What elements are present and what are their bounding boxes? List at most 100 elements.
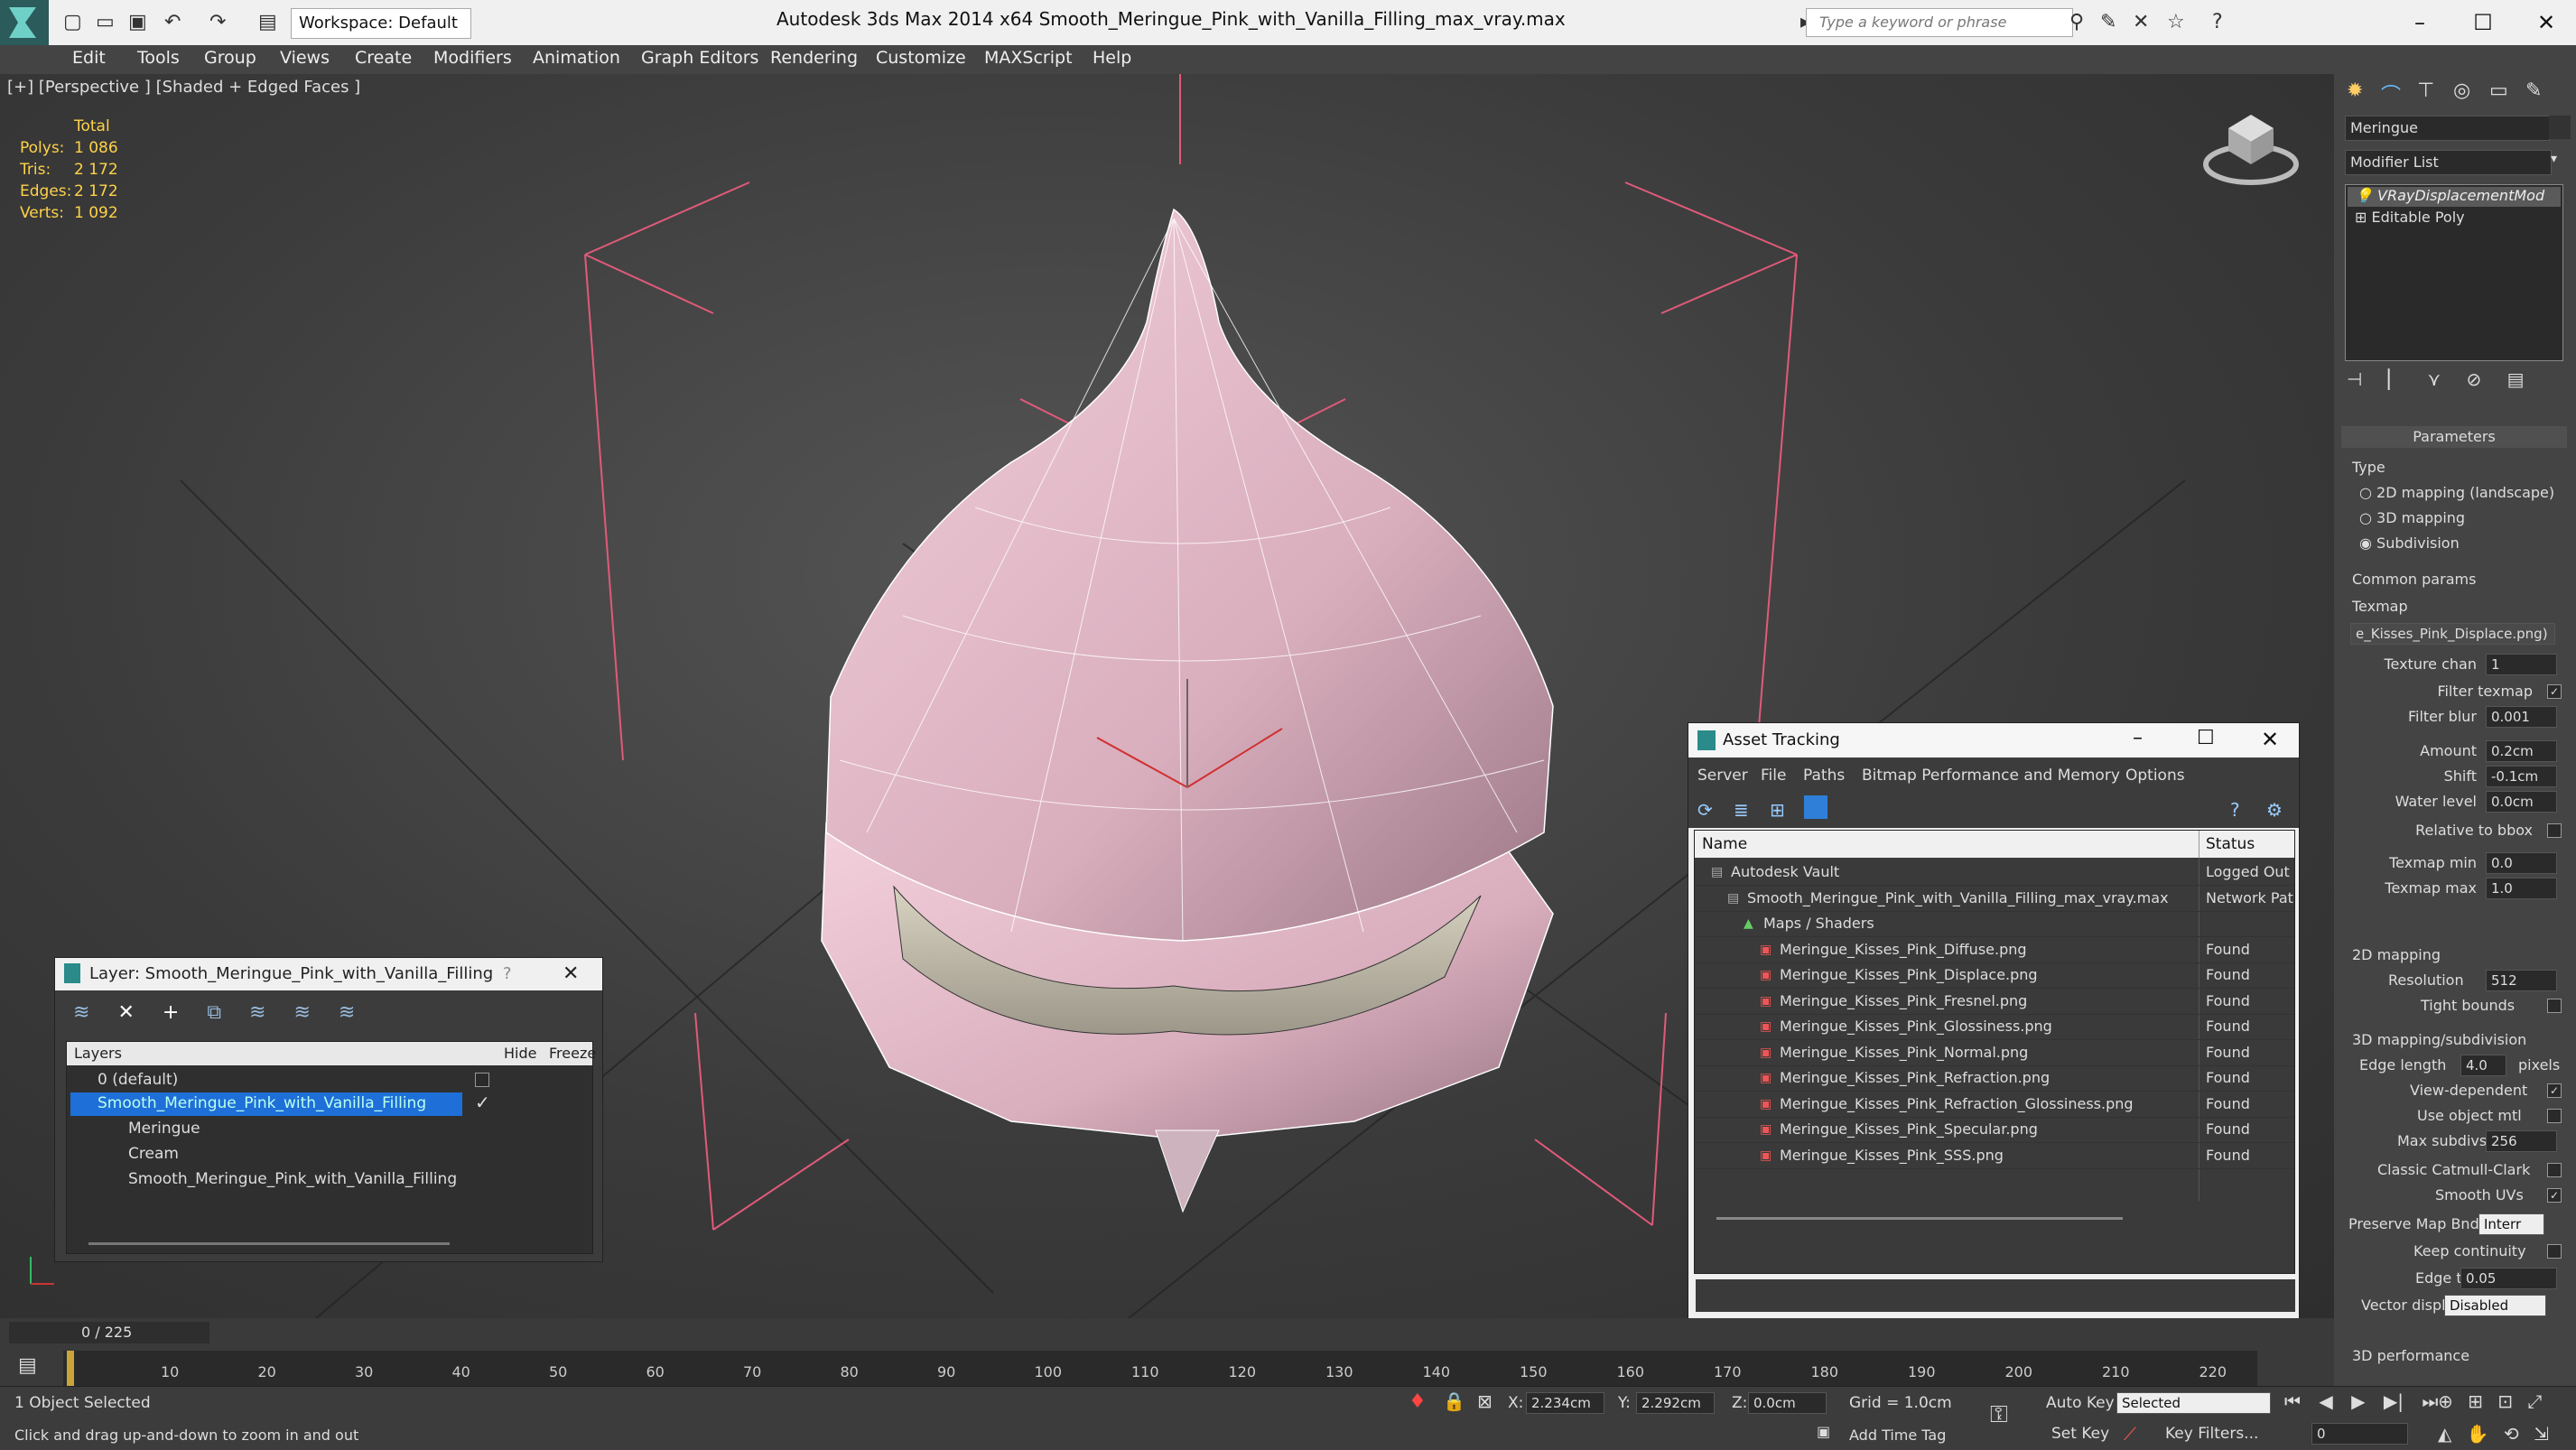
highlight-layer-icon[interactable]: ≋ xyxy=(249,1001,265,1024)
configure-modifier-sets-icon[interactable]: ▤ xyxy=(2507,368,2525,390)
asset-row[interactable]: ▣ Meringue_Kisses_Pink_Specular.png Found xyxy=(1695,1117,2294,1143)
key-icon[interactable]: ⚿ xyxy=(1990,1401,2008,1429)
asset-dialog-minimize[interactable]: – xyxy=(2133,727,2143,749)
time-marker[interactable] xyxy=(67,1351,74,1387)
asset-row[interactable]: ▤ Smooth_Meringue_Pink_with_Vanilla_Filli… xyxy=(1695,886,2294,912)
field-of-view-icon[interactable]: ◭ xyxy=(2438,1423,2451,1445)
radio-subdivision[interactable]: ◉ Subdivision xyxy=(2359,534,2460,552)
asset-menu-bitmap[interactable]: Bitmap Performance and Memory xyxy=(1862,767,2120,785)
binoculars-icon[interactable]: ⚲ xyxy=(2069,7,2084,38)
create-tab-icon[interactable]: ✹ xyxy=(2347,79,2363,102)
stack-item-editable-poly[interactable]: ⊞ Editable Poly xyxy=(2348,209,2561,228)
time-tag-icon[interactable]: ▣ xyxy=(1817,1423,1830,1440)
param-spinner[interactable]: 1.0 xyxy=(2486,878,2557,899)
asset-dialog-close[interactable]: ✕ xyxy=(2261,727,2279,752)
menu-help[interactable]: Help xyxy=(1093,48,1131,68)
viewport-label[interactable]: [+] [Perspective ] [Shaded + Edged Faces… xyxy=(7,78,360,97)
bulb-icon[interactable]: 💡 xyxy=(2355,187,2373,204)
zoom-all-icon[interactable]: ⊞ xyxy=(2468,1390,2483,1412)
tight-bounds-checkbox[interactable] xyxy=(2547,999,2562,1013)
freeze-all-layers-icon[interactable]: ≋ xyxy=(339,1001,355,1024)
expand-icon[interactable]: ⊞ xyxy=(2355,209,2367,226)
open-file-icon[interactable]: ▭ xyxy=(96,7,115,38)
search-input[interactable]: Type a keyword or phrase xyxy=(1806,8,2073,37)
edge-length-spinner[interactable]: 4.0 xyxy=(2460,1055,2506,1076)
asset-row[interactable]: ▣ Meringue_Kisses_Pink_SSS.png Found xyxy=(1695,1143,2294,1169)
y-coordinate-field[interactable]: 2.292cm xyxy=(1636,1392,1715,1414)
x-coordinate-field[interactable]: 2.234cm xyxy=(1526,1392,1604,1414)
menu-rendering[interactable]: Rendering xyxy=(770,48,858,68)
catmull-clark-checkbox[interactable] xyxy=(2547,1163,2562,1177)
next-frame-icon[interactable]: ▶| xyxy=(2384,1390,2404,1412)
asset-row[interactable]: ▣ Meringue_Kisses_Pink_Glossiness.png Foun… xyxy=(1695,1014,2294,1040)
close-button[interactable]: ✕ xyxy=(2521,5,2571,40)
param-checkbox[interactable] xyxy=(2547,823,2562,838)
use-object-mtl-checkbox[interactable] xyxy=(2547,1109,2562,1123)
asset-row[interactable]: ▣ Meringue_Kisses_Pink_Displace.png Found xyxy=(1695,962,2294,989)
asset-scrollbar[interactable] xyxy=(1716,1217,2123,1220)
project-folder-icon[interactable]: ▤ xyxy=(258,7,277,38)
asset-menu-paths[interactable]: Paths xyxy=(1803,767,1845,785)
time-slider[interactable]: 0 / 225 xyxy=(9,1322,209,1343)
delete-layer-icon[interactable]: ✕ xyxy=(117,1001,134,1024)
menu-customize[interactable]: Customize xyxy=(876,48,966,68)
motion-tab-icon[interactable]: ◎ xyxy=(2453,79,2470,102)
minimize-button[interactable]: – xyxy=(2395,5,2445,40)
isolate-icon[interactable]: ♦ xyxy=(1409,1390,1427,1413)
subscription-icon[interactable]: ✎ xyxy=(2100,7,2116,38)
select-in-layer-icon[interactable]: ⧉ xyxy=(207,1001,221,1024)
zoom-icon[interactable]: ⊕ xyxy=(2438,1390,2453,1412)
menu-views[interactable]: Views xyxy=(280,48,330,68)
asset-row[interactable]: ▣ Meringue_Kisses_Pink_Fresnel.png Found xyxy=(1695,989,2294,1015)
view-dependent-checkbox[interactable]: ✓ xyxy=(2547,1083,2562,1098)
layer-row[interactable]: Smooth_Meringue_Pink_with_Vanilla_Fillin… xyxy=(128,1167,457,1192)
menu-animation[interactable]: Animation xyxy=(533,48,620,68)
current-frame-field[interactable]: 0 xyxy=(2311,1423,2408,1445)
set-key-icon[interactable]: ⟋ xyxy=(2124,1423,2136,1445)
pin-stack-icon[interactable]: ⊣ xyxy=(2347,368,2362,390)
menu-edit[interactable]: Edit xyxy=(72,48,106,68)
refresh-icon[interactable]: ⟳ xyxy=(1697,799,1713,821)
layer-tree-scrollbar[interactable] xyxy=(88,1242,450,1245)
col-freeze[interactable]: Freeze xyxy=(549,1045,596,1062)
layer-dialog-help-button[interactable]: ? xyxy=(503,964,512,983)
modifier-list-dropdown[interactable]: Modifier List xyxy=(2345,150,2552,175)
app-logo-button[interactable] xyxy=(0,0,49,49)
asset-menu-server[interactable]: Server xyxy=(1697,767,1748,785)
asset-row[interactable]: ▣ Meringue_Kisses_Pink_Refraction.png Foun… xyxy=(1695,1065,2294,1092)
help-icon[interactable]: ? xyxy=(2212,7,2223,38)
stack-item-vraydisplacement[interactable]: 💡 VRayDisplacementMod xyxy=(2348,187,2561,207)
selection-lock-icon[interactable]: 🔒 xyxy=(1443,1390,1465,1412)
param-spinner[interactable]: 0.0 xyxy=(2486,852,2557,874)
maximize-button[interactable]: ☐ xyxy=(2458,5,2508,40)
asset-row[interactable]: ▣ Meringue_Kisses_Pink_Refraction_Glossin… xyxy=(1695,1092,2294,1118)
asset-row[interactable]: ▲ Maps / Shaders xyxy=(1695,911,2294,937)
param-spinner[interactable]: -0.1cm xyxy=(2486,766,2557,787)
pan-icon[interactable]: ✋ xyxy=(2467,1423,2489,1445)
menu-tools[interactable]: Tools xyxy=(137,48,180,68)
asset-row[interactable]: ▤ Autodesk Vault Logged Out xyxy=(1695,860,2294,886)
workspace-dropdown[interactable]: Workspace: Default xyxy=(291,8,471,39)
asset-help-icon[interactable]: ? xyxy=(2230,799,2240,821)
col-layers[interactable]: Layers xyxy=(74,1045,122,1062)
layer-dialog-titlebar[interactable]: Layer: Smooth_Meringue_Pink_with_Vanilla… xyxy=(55,958,602,990)
object-name-field[interactable]: Meringue xyxy=(2345,116,2550,141)
asset-menu-options[interactable]: Options xyxy=(2125,767,2185,785)
new-file-icon[interactable]: ▢ xyxy=(63,7,82,38)
add-to-layer-icon[interactable]: + xyxy=(163,1001,179,1024)
col-hide[interactable]: Hide xyxy=(504,1045,536,1062)
walk-through-icon[interactable]: ⇲ xyxy=(2534,1423,2549,1445)
z-coordinate-field[interactable]: 0.0cm xyxy=(1748,1392,1827,1414)
menu-graph-editors[interactable]: Graph Editors xyxy=(641,48,758,68)
asset-path-field[interactable] xyxy=(1694,1278,2297,1314)
zoom-extents-icon[interactable]: ⊡ xyxy=(2497,1390,2513,1412)
max-subdivs-spinner[interactable]: 256 xyxy=(2486,1130,2557,1152)
menu-modifiers[interactable]: Modifiers xyxy=(433,48,512,68)
asset-dialog-titlebar[interactable]: Asset Tracking – ☐ ✕ xyxy=(1688,723,2299,758)
keep-continuity-checkbox[interactable] xyxy=(2547,1244,2562,1259)
hide-all-layers-icon[interactable]: ≋ xyxy=(293,1001,310,1024)
param-checkbox[interactable]: ✓ xyxy=(2547,684,2562,699)
menu-group[interactable]: Group xyxy=(204,48,256,68)
remove-modifier-icon[interactable]: ⊘ xyxy=(2467,368,2482,390)
go-to-start-icon[interactable]: ⏮ xyxy=(2284,1390,2301,1412)
